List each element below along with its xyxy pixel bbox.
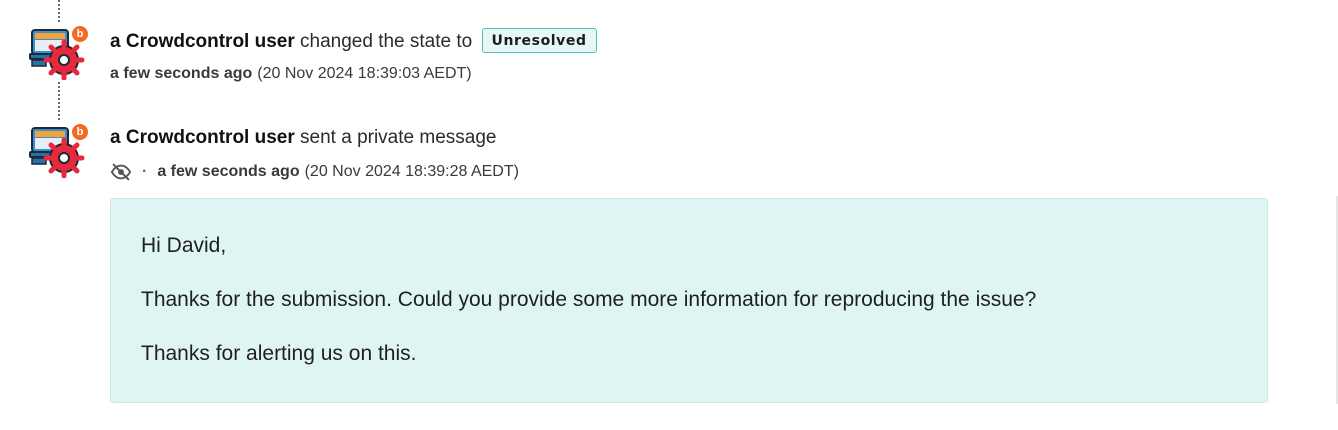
timeline-connector (58, 82, 60, 120)
notification-badge: b (76, 28, 84, 40)
status-badge: Unresolved (481, 28, 597, 53)
activity-timeline: b a Crowdcontrol user changed the state … (0, 0, 1338, 430)
event-action: sent a private message (300, 127, 497, 148)
time-absolute: (20 Nov 2024 18:39:28 AEDT) (304, 163, 519, 180)
event-private-message: a Crowdcontrol user sent a private messa… (110, 126, 496, 150)
eye-off-icon (110, 163, 132, 181)
avatar[interactable]: b (28, 24, 92, 80)
private-message-body: Hi David, Thanks for the submission. Cou… (110, 198, 1268, 403)
event-timestamp: a few seconds ago (20 Nov 2024 18:39:03 … (110, 64, 472, 84)
time-relative: a few seconds ago (110, 65, 253, 82)
event-action: changed the state to (300, 31, 473, 52)
event-timestamp: · a few seconds ago (20 Nov 2024 18:39:2… (110, 162, 519, 182)
message-paragraph: Thanks for alerting us on this. (141, 342, 417, 365)
message-paragraph: Hi David, (141, 234, 227, 257)
event-state-change: a Crowdcontrol user changed the state to… (110, 28, 597, 54)
separator: · (142, 163, 148, 180)
avatar[interactable]: b (28, 122, 92, 178)
timeline-connector (58, 0, 60, 22)
time-absolute: (20 Nov 2024 18:39:03 AEDT) (257, 65, 472, 82)
message-paragraph: Thanks for the submission. Could you pro… (141, 288, 1037, 311)
actor-name[interactable]: a Crowdcontrol user (110, 31, 295, 52)
time-relative: a few seconds ago (157, 163, 300, 180)
notification-badge: b (76, 126, 84, 138)
actor-name[interactable]: a Crowdcontrol user (110, 127, 295, 148)
